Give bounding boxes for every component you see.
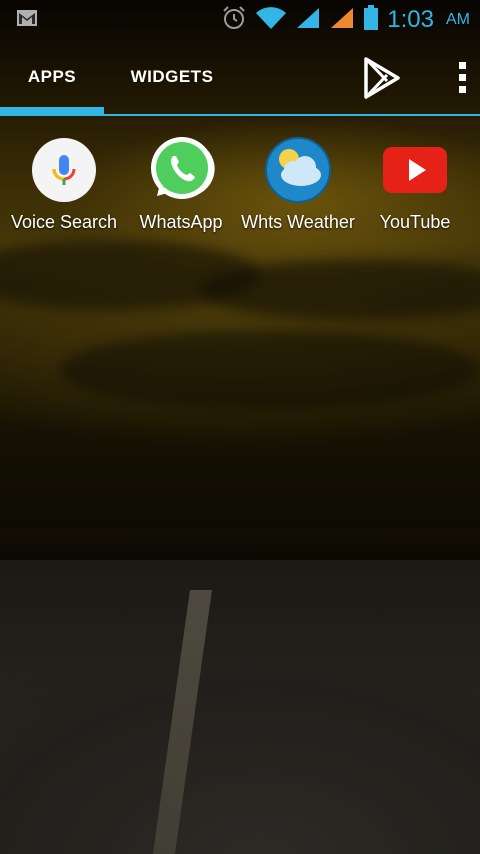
tab-bar: APPS WIDGETS <box>0 40 480 116</box>
wallpaper-dim-overlay <box>0 0 480 854</box>
app-item-whts-weather[interactable]: Whts Weather <box>238 136 358 246</box>
play-store-button[interactable] <box>360 56 404 100</box>
status-bar[interactable]: 1:03 AM <box>0 0 480 40</box>
tab-selected-indicator <box>0 107 104 114</box>
app-label: YouTube <box>379 212 451 232</box>
battery-icon <box>363 4 379 36</box>
wallpaper <box>0 0 480 854</box>
app-label: Whts Weather <box>241 212 355 232</box>
tab-widgets[interactable]: WIDGETS <box>108 40 236 114</box>
gmail-icon <box>16 9 38 32</box>
whatsapp-icon <box>147 136 215 204</box>
status-time: 1:03 <box>387 6 434 33</box>
app-item-voice-search[interactable]: Voice Search <box>4 136 124 246</box>
status-ampm: AM <box>446 11 470 28</box>
app-item-whatsapp[interactable]: WhatsApp <box>121 136 241 246</box>
youtube-icon <box>381 136 449 204</box>
overflow-menu-button[interactable] <box>450 60 474 96</box>
tab-apps[interactable]: APPS <box>0 40 104 114</box>
app-item-youtube[interactable]: YouTube <box>355 136 475 246</box>
signal-icon <box>329 6 355 35</box>
microphone-icon <box>30 136 98 204</box>
wifi-icon <box>255 6 287 35</box>
play-store-icon <box>360 57 404 104</box>
signal-icon <box>295 6 321 35</box>
weather-icon <box>264 136 332 204</box>
alarm-icon <box>221 5 247 36</box>
app-label: Voice Search <box>10 212 118 232</box>
app-label: WhatsApp <box>139 212 223 232</box>
tab-divider <box>0 114 480 116</box>
